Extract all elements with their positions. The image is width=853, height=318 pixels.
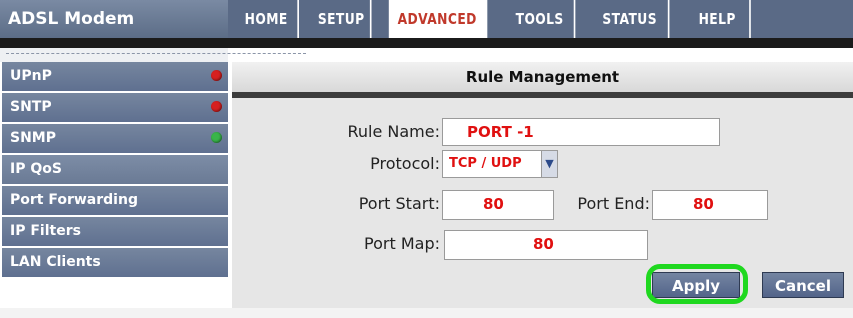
rule-name-input[interactable]: PORT -1 [442, 118, 720, 146]
sidebar-item-label: UPnP [10, 68, 52, 84]
sidebar-item-sntp[interactable]: SNTP [2, 93, 228, 122]
tab-tools[interactable]: TOOLS [506, 0, 576, 38]
sidebar-item-label: SNTP [10, 99, 52, 115]
port-start-input[interactable]: 80 [442, 190, 554, 220]
port-end-input[interactable]: 80 [652, 190, 768, 220]
rule-management-panel: Rule Management Rule Name: PORT -1 Proto… [232, 62, 853, 318]
sidebar-top-strip [0, 48, 306, 62]
tab-home[interactable]: HOME [235, 0, 299, 38]
header-divider [0, 38, 853, 48]
sidebar-item-label: IP QoS [10, 161, 62, 177]
sidebar-item-ip-filters[interactable]: IP Filters [2, 217, 228, 246]
sidebar-item-label: Port Forwarding [10, 192, 138, 208]
panel-title: Rule Management [232, 62, 853, 92]
footer-strip [0, 308, 853, 318]
sidebar-item-port-forwarding[interactable]: Port Forwarding [2, 186, 228, 215]
status-green-icon [211, 132, 222, 143]
status-red-icon [211, 101, 222, 112]
apply-highlight-ring [646, 264, 748, 304]
sidebar-item-upnp[interactable]: UPnP [2, 62, 228, 91]
top-nav: HOME SETUP ADVANCED TOOLS STATUS HELP [228, 0, 853, 38]
status-red-icon [211, 70, 222, 81]
sidebar-item-label: IP Filters [10, 223, 81, 239]
sidebar-item-ip-qos[interactable]: IP QoS [2, 155, 228, 184]
protocol-label: Protocol: [370, 154, 440, 173]
protocol-select-value: TCP / UDP [449, 156, 522, 171]
sidebar: UPnP SNTP SNMP IP QoS Port Forwarding IP… [0, 62, 228, 318]
port-end-label: Port End: [577, 194, 650, 213]
cancel-button[interactable]: Cancel [762, 272, 844, 298]
port-map-input[interactable]: 80 [444, 230, 648, 260]
sidebar-item-snmp[interactable]: SNMP [2, 124, 228, 153]
tab-setup[interactable]: SETUP [312, 0, 372, 38]
protocol-select[interactable]: TCP / UDP ▼ [442, 150, 558, 178]
rule-name-label: Rule Name: [347, 122, 440, 141]
brand-logo: ADSL Modem [0, 0, 228, 38]
tab-advanced[interactable]: ADVANCED [388, 0, 488, 38]
chevron-down-icon: ▼ [541, 151, 557, 177]
sidebar-item-lan-clients[interactable]: LAN Clients [2, 248, 228, 277]
tab-status[interactable]: STATUS [592, 0, 670, 38]
port-map-label: Port Map: [364, 234, 440, 253]
nav-filler [767, 0, 845, 38]
sidebar-item-label: SNMP [10, 130, 56, 146]
tab-help[interactable]: HELP [685, 0, 751, 38]
port-start-label: Port Start: [358, 194, 440, 213]
sidebar-item-label: LAN Clients [10, 254, 101, 270]
